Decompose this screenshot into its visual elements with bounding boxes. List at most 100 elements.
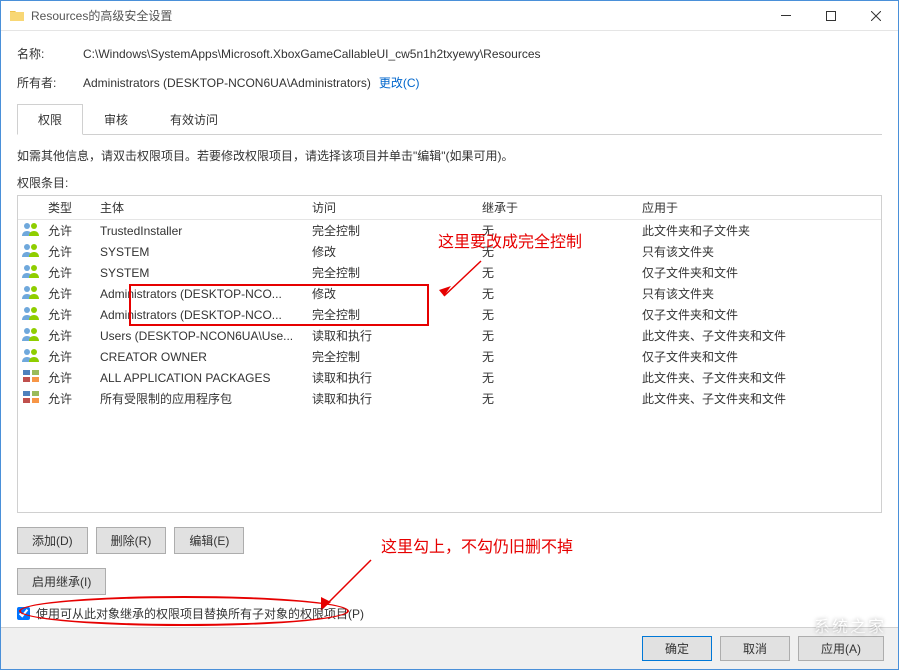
owner-label: 所有者: [17, 74, 83, 91]
cell-access: 修改 [308, 285, 478, 302]
cell-type: 允许 [44, 243, 96, 260]
edit-button[interactable]: 编辑(E) [174, 527, 244, 554]
cell-access: 完全控制 [308, 306, 478, 323]
cell-inherit: 无 [478, 264, 638, 281]
owner-row: 所有者: Administrators (DESKTOP-NCON6UA\Adm… [17, 74, 882, 91]
cell-principal: SYSTEM [96, 245, 308, 259]
dialog-body: 名称: C:\Windows\SystemApps\Microsoft.Xbox… [1, 31, 898, 627]
cell-applies: 只有该文件夹 [638, 243, 881, 260]
tab-permissions[interactable]: 权限 [17, 104, 83, 135]
cell-access: 完全控制 [308, 264, 478, 281]
cell-applies: 仅子文件夹和文件 [638, 306, 881, 323]
minimize-button[interactable] [763, 1, 808, 31]
titlebar[interactable]: Resources的高级安全设置 [1, 1, 898, 31]
name-label: 名称: [17, 45, 83, 62]
cell-inherit: 无 [478, 306, 638, 323]
table-row[interactable]: 允许所有受限制的应用程序包读取和执行无此文件夹、子文件夹和文件 [18, 388, 881, 409]
replace-child-permissions-checkbox[interactable] [17, 607, 30, 620]
cell-access: 完全控制 [308, 222, 478, 239]
table-header: 类型 主体 访问 继承于 应用于 [18, 196, 881, 220]
cell-principal: CREATOR OWNER [96, 350, 308, 364]
tab-auditing[interactable]: 审核 [83, 104, 149, 135]
cell-principal: SYSTEM [96, 266, 308, 280]
name-value: C:\Windows\SystemApps\Microsoft.XboxGame… [83, 47, 541, 61]
cell-principal: ALL APPLICATION PACKAGES [96, 371, 308, 385]
cell-inherit: 无 [478, 369, 638, 386]
cell-inherit: 无 [478, 222, 638, 239]
users-icon [18, 284, 44, 303]
hint-text: 如需其他信息，请双击权限项目。若要修改权限项目，请选择该项目并单击"编辑"(如果… [17, 147, 882, 164]
table-row[interactable]: 允许CREATOR OWNER完全控制无仅子文件夹和文件 [18, 346, 881, 367]
tab-effective-access[interactable]: 有效访问 [149, 104, 239, 135]
close-button[interactable] [853, 1, 898, 31]
advanced-security-window: Resources的高级安全设置 名称: C:\Windows\SystemAp… [0, 0, 899, 670]
table-row[interactable]: 允许Administrators (DESKTOP-NCO...完全控制无仅子文… [18, 304, 881, 325]
cell-applies: 此文件夹和子文件夹 [638, 222, 881, 239]
col-inherit[interactable]: 继承于 [478, 199, 638, 216]
cell-type: 允许 [44, 222, 96, 239]
packages-icon [18, 389, 44, 408]
cell-principal: Administrators (DESKTOP-NCO... [96, 287, 308, 301]
table-row[interactable]: 允许Users (DESKTOP-NCON6UA\Use...读取和执行无此文件… [18, 325, 881, 346]
replace-child-permissions-label: 使用可从此对象继承的权限项目替换所有子对象的权限项目(P) [36, 605, 364, 622]
cell-applies: 仅子文件夹和文件 [638, 348, 881, 365]
table-row[interactable]: 允许SYSTEM修改无只有该文件夹 [18, 241, 881, 262]
cell-applies: 此文件夹、子文件夹和文件 [638, 327, 881, 344]
dialog-footer: 确定 取消 应用(A) [1, 627, 898, 669]
cell-inherit: 无 [478, 285, 638, 302]
owner-value: Administrators (DESKTOP-NCON6UA\Administ… [83, 76, 371, 90]
cell-principal: Administrators (DESKTOP-NCO... [96, 308, 308, 322]
cell-principal: 所有受限制的应用程序包 [96, 390, 308, 407]
close-icon [871, 11, 881, 21]
cell-type: 允许 [44, 390, 96, 407]
cell-access: 读取和执行 [308, 327, 478, 344]
replace-child-permissions-row: 使用可从此对象继承的权限项目替换所有子对象的权限项目(P) [17, 605, 882, 622]
cell-access: 读取和执行 [308, 390, 478, 407]
apply-button[interactable]: 应用(A) [798, 636, 884, 661]
col-access[interactable]: 访问 [308, 199, 478, 216]
maximize-button[interactable] [808, 1, 853, 31]
maximize-icon [826, 11, 836, 21]
packages-icon [18, 368, 44, 387]
enable-inheritance-button[interactable]: 启用继承(I) [17, 568, 106, 595]
add-button[interactable]: 添加(D) [17, 527, 88, 554]
folder-icon [9, 8, 25, 24]
cell-inherit: 无 [478, 327, 638, 344]
cell-type: 允许 [44, 369, 96, 386]
users-icon [18, 326, 44, 345]
name-row: 名称: C:\Windows\SystemApps\Microsoft.Xbox… [17, 45, 882, 62]
cell-inherit: 无 [478, 348, 638, 365]
cancel-button[interactable]: 取消 [720, 636, 790, 661]
cell-type: 允许 [44, 306, 96, 323]
users-icon [18, 263, 44, 282]
col-principal[interactable]: 主体 [96, 199, 308, 216]
table-row[interactable]: 允许Administrators (DESKTOP-NCO...修改无只有该文件… [18, 283, 881, 304]
cell-access: 修改 [308, 243, 478, 260]
table-row[interactable]: 允许SYSTEM完全控制无仅子文件夹和文件 [18, 262, 881, 283]
tab-strip: 权限 审核 有效访问 [17, 103, 882, 135]
cell-principal: Users (DESKTOP-NCON6UA\Use... [96, 329, 308, 343]
table-row[interactable]: 允许TrustedInstaller完全控制无此文件夹和子文件夹 [18, 220, 881, 241]
cell-inherit: 无 [478, 243, 638, 260]
cell-applies: 此文件夹、子文件夹和文件 [638, 390, 881, 407]
entries-label: 权限条目: [17, 174, 882, 191]
ok-button[interactable]: 确定 [642, 636, 712, 661]
table-row[interactable]: 允许ALL APPLICATION PACKAGES读取和执行无此文件夹、子文件… [18, 367, 881, 388]
cell-access: 读取和执行 [308, 369, 478, 386]
col-applies[interactable]: 应用于 [638, 199, 881, 216]
permissions-table: 类型 主体 访问 继承于 应用于 允许TrustedInstaller完全控制无… [17, 195, 882, 513]
cell-applies: 仅子文件夹和文件 [638, 264, 881, 281]
cell-access: 完全控制 [308, 348, 478, 365]
change-owner-link[interactable]: 更改(C) [379, 74, 420, 91]
users-icon [18, 347, 44, 366]
col-type[interactable]: 类型 [44, 199, 96, 216]
window-controls [763, 1, 898, 31]
users-icon [18, 242, 44, 261]
cell-type: 允许 [44, 348, 96, 365]
cell-applies: 此文件夹、子文件夹和文件 [638, 369, 881, 386]
minimize-icon [781, 15, 791, 16]
table-body: 允许TrustedInstaller完全控制无此文件夹和子文件夹允许SYSTEM… [18, 220, 881, 409]
cell-applies: 只有该文件夹 [638, 285, 881, 302]
remove-button[interactable]: 删除(R) [96, 527, 167, 554]
cell-inherit: 无 [478, 390, 638, 407]
